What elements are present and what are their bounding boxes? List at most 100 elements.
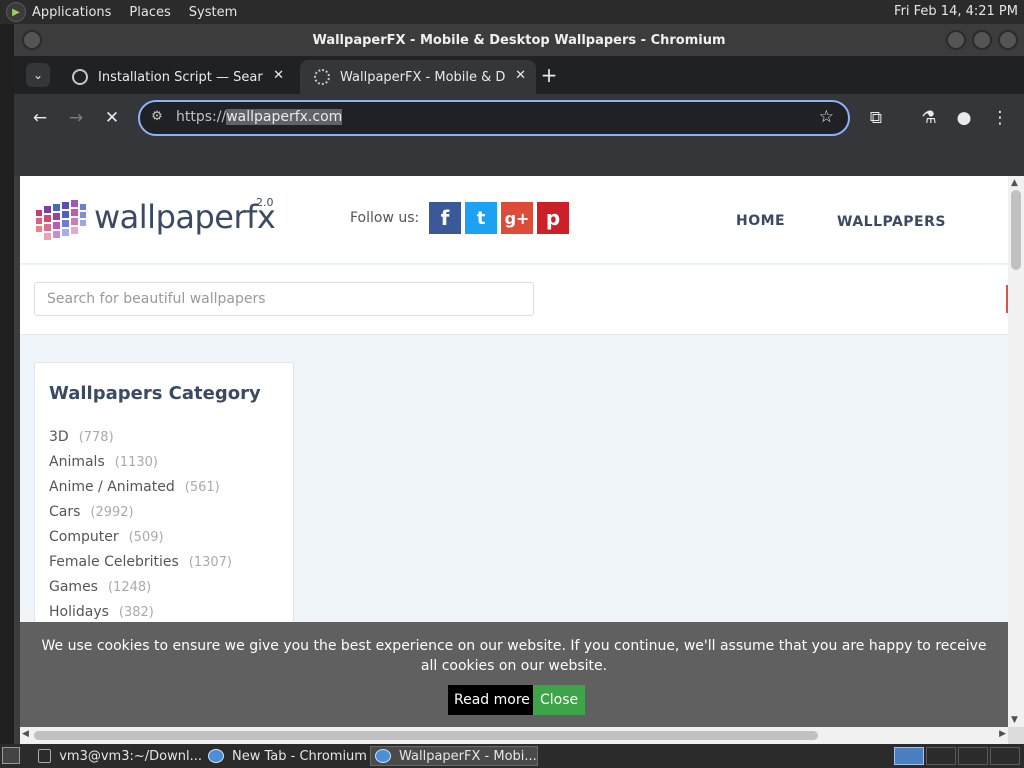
- site-info-icon[interactable]: ⚙: [148, 109, 166, 127]
- bookmark-star-icon[interactable]: ☆: [819, 107, 834, 127]
- scrollbar-corner: [1008, 727, 1024, 744]
- task-terminal[interactable]: vm3@vm3:~/Downl...: [34, 746, 202, 766]
- workspace-2[interactable]: [926, 747, 956, 765]
- address-bar[interactable]: ⚙ https://wallpaperfx.com ☆: [138, 100, 850, 136]
- logo-mosaic-icon[interactable]: [34, 198, 90, 242]
- read-more-button[interactable]: Read more: [448, 685, 536, 715]
- back-arrow-icon[interactable]: ←: [28, 106, 52, 130]
- category-count: (778): [78, 430, 114, 445]
- chromium-icon: [208, 749, 224, 763]
- stop-loading-icon[interactable]: ✕: [100, 106, 124, 130]
- tab-strip: ⌄ Installation Script — SearXNG ✕ Wallpa…: [14, 56, 1024, 94]
- workspace-3[interactable]: [958, 747, 988, 765]
- site-search-input[interactable]: [34, 282, 534, 316]
- labs-flask-icon[interactable]: ⚗: [917, 106, 941, 130]
- loading-icon: [314, 69, 330, 85]
- scroll-right-arrow-icon[interactable]: ▶: [999, 729, 1006, 739]
- scroll-left-arrow-icon[interactable]: ◀: [22, 729, 29, 739]
- category-count: (1307): [188, 555, 233, 570]
- window-menu-icon[interactable]: [22, 30, 42, 50]
- category-name[interactable]: Cars: [49, 504, 80, 520]
- tab-label: WallpaperFX - Mobile & Desktop Wallpaper…: [340, 69, 505, 85]
- menu-system[interactable]: System: [189, 5, 237, 20]
- workspace-4[interactable]: [990, 747, 1020, 765]
- tab-search-chevron-icon[interactable]: ⌄: [26, 63, 50, 87]
- category-name[interactable]: Animals: [49, 454, 105, 470]
- new-tab-button[interactable]: +: [538, 63, 560, 87]
- category-name[interactable]: 3D: [49, 429, 69, 445]
- tab-searxng[interactable]: Installation Script — SearXNG ✕: [58, 60, 294, 94]
- browser-window: WallpaperFX - Mobile & Desktop Wallpaper…: [14, 24, 1024, 744]
- scroll-down-arrow-icon[interactable]: ▼: [1011, 715, 1018, 725]
- category-count: (1130): [114, 455, 158, 470]
- menu-applications[interactable]: Applications: [32, 5, 111, 20]
- category-item[interactable]: Anime / Animated (561): [49, 479, 232, 504]
- category-item[interactable]: Female Celebrities (1307): [49, 554, 232, 579]
- close-cookie-button[interactable]: Close: [533, 685, 586, 715]
- show-desktop-icon[interactable]: [2, 747, 20, 764]
- workspace-1[interactable]: [894, 747, 924, 765]
- google-plus-icon[interactable]: g+: [501, 202, 533, 234]
- horizontal-scroll-thumb[interactable]: [34, 731, 818, 740]
- clock[interactable]: Fri Feb 14, 4:21 PM: [894, 4, 1018, 19]
- category-item[interactable]: 3D (778): [49, 429, 232, 454]
- gnome-menu-icon[interactable]: ▶: [6, 2, 26, 22]
- category-name[interactable]: Computer: [49, 529, 119, 545]
- search-band: [20, 265, 1008, 335]
- category-name[interactable]: Anime / Animated: [49, 479, 175, 495]
- vertical-scroll-thumb[interactable]: [1011, 190, 1021, 270]
- extensions-icon[interactable]: ⧉: [864, 106, 888, 130]
- globe-icon: [72, 69, 88, 85]
- profile-icon[interactable]: ●: [952, 106, 976, 130]
- page-viewport: wallpaperfx 2.0 Follow us: f t g+ p HOME…: [20, 176, 1024, 744]
- task-label: vm3@vm3:~/Downl...: [59, 748, 202, 764]
- site-logo-text[interactable]: wallpaperfx: [94, 198, 276, 236]
- close-window-button[interactable]: [998, 30, 1018, 50]
- category-name[interactable]: Games: [49, 579, 98, 595]
- close-tab-icon[interactable]: ✕: [273, 68, 284, 83]
- category-count: (509): [128, 530, 164, 545]
- category-list: 3D (778) Animals (1130) Anime / Animated (5…: [49, 429, 232, 629]
- category-count: (1248): [107, 580, 152, 595]
- logo-version: 2.0: [256, 196, 274, 209]
- menu-kebab-icon[interactable]: ⋮: [988, 106, 1012, 130]
- taskbar: vm3@vm3:~/Downl... New Tab - Chromium Wa…: [0, 744, 1024, 768]
- tab-wallpaperfx[interactable]: WallpaperFX - Mobile & Desktop Wallpaper…: [300, 60, 536, 94]
- vertical-scrollbar[interactable]: ▲ ▼: [1008, 176, 1024, 727]
- nav-home[interactable]: HOME: [736, 213, 785, 229]
- pinterest-icon[interactable]: p: [537, 202, 569, 234]
- twitter-icon[interactable]: t: [465, 202, 497, 234]
- window-titlebar[interactable]: WallpaperFX - Mobile & Desktop Wallpaper…: [14, 24, 1024, 56]
- task-new-tab[interactable]: New Tab - Chromium: [204, 746, 368, 766]
- url-text[interactable]: https://wallpaperfx.com: [176, 109, 343, 125]
- menu-places[interactable]: Places: [129, 5, 170, 20]
- task-wallpaperfx[interactable]: WallpaperFX - Mobi...: [370, 746, 538, 766]
- nav-wallpapers[interactable]: WALLPAPERS: [837, 214, 946, 230]
- category-item[interactable]: Animals (1130): [49, 454, 232, 479]
- task-label: WallpaperFX - Mobi...: [399, 748, 537, 764]
- forward-arrow-icon[interactable]: →: [64, 106, 88, 130]
- terminal-icon: [38, 749, 52, 763]
- task-label: New Tab - Chromium: [232, 748, 367, 764]
- category-title: Wallpapers Category: [49, 383, 261, 404]
- cookie-banner: We use cookies to ensure we give you the…: [20, 622, 1008, 727]
- tab-label: Installation Script — SearXNG: [98, 69, 263, 85]
- facebook-icon[interactable]: f: [429, 202, 461, 234]
- category-count: (2992): [90, 505, 134, 520]
- close-tab-icon[interactable]: ✕: [515, 68, 526, 83]
- category-name[interactable]: Holidays: [49, 604, 109, 620]
- category-name[interactable]: Female Celebrities: [49, 554, 179, 570]
- category-count: (382): [118, 605, 154, 620]
- category-item[interactable]: Computer (509): [49, 529, 232, 554]
- bookmark-bar: [14, 142, 1024, 176]
- minimize-button[interactable]: [946, 30, 966, 50]
- horizontal-scrollbar[interactable]: ◀ ▶: [20, 727, 1008, 744]
- category-item[interactable]: Cars (2992): [49, 504, 232, 529]
- category-count: (561): [184, 480, 220, 495]
- window-title: WallpaperFX - Mobile & Desktop Wallpaper…: [312, 32, 726, 48]
- category-item[interactable]: Games (1248): [49, 579, 232, 604]
- url-scheme: https://: [176, 109, 227, 125]
- maximize-button[interactable]: [972, 30, 992, 50]
- top-panel: ▶ Applications Places System Fri Feb 14,…: [0, 0, 1024, 24]
- scroll-up-arrow-icon[interactable]: ▲: [1011, 178, 1018, 188]
